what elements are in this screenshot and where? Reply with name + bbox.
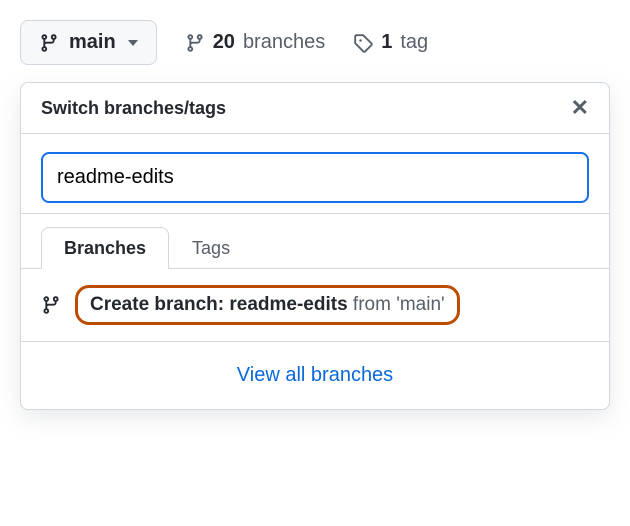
popover-title: Switch branches/tags [41,98,226,119]
view-all-branches-link[interactable]: View all branches [21,342,609,409]
tab-branches[interactable]: Branches [41,227,169,269]
tag-icon [353,33,373,53]
tab-tags[interactable]: Tags [169,227,253,269]
branch-search-input[interactable] [41,152,589,203]
tags-count: 1 [381,31,392,54]
branch-icon [185,33,205,53]
tags-label: tag [400,31,428,54]
branch-switcher-popover: Switch branches/tags ✕ Branches Tags Cre… [20,82,610,410]
branch-icon [39,33,59,53]
branches-count: 20 [213,31,235,54]
create-branch-item[interactable]: Create branch: readme-edits from 'main' [21,269,609,342]
branch-selector-label: main [69,31,116,54]
caret-down-icon [128,40,138,46]
branch-selector-button[interactable]: main [20,20,157,65]
branches-label: branches [243,31,325,54]
branch-icon [41,295,61,315]
create-branch-label: Create branch: readme-edits from 'main' [75,285,460,325]
close-icon[interactable]: ✕ [571,97,589,119]
branches-link[interactable]: 20 branches [185,31,326,54]
tags-link[interactable]: 1 tag [353,31,428,54]
